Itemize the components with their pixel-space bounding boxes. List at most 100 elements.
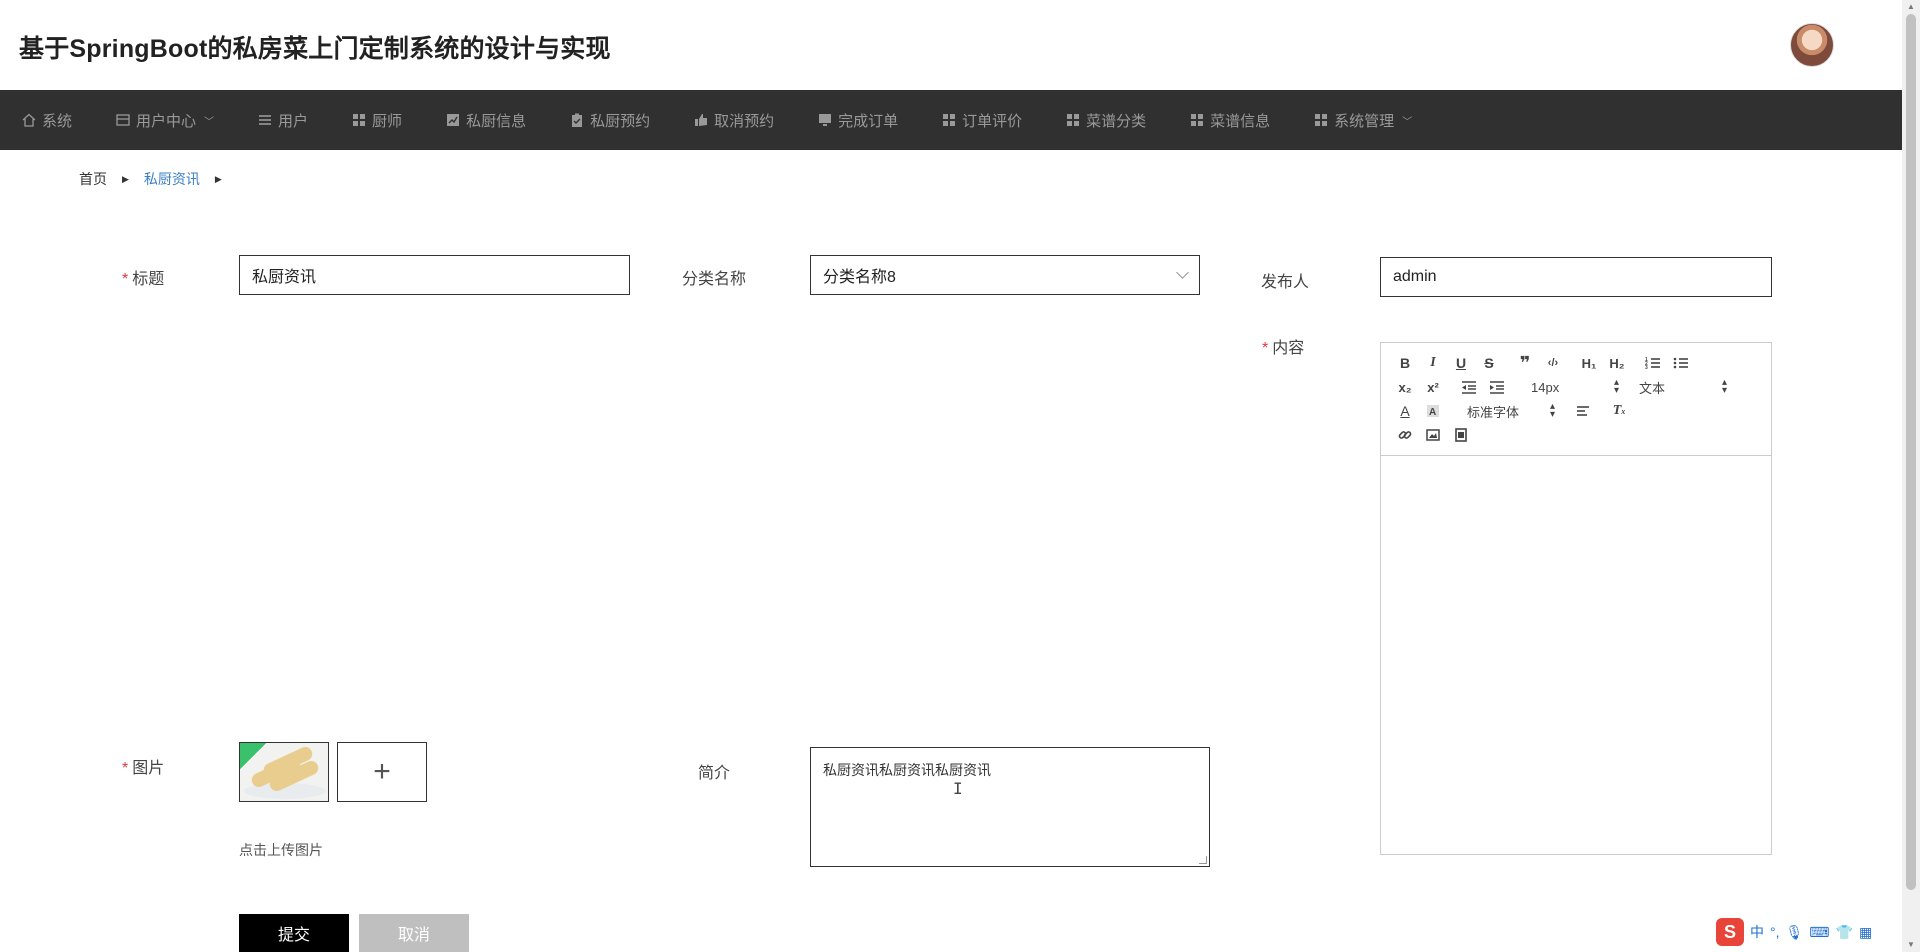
title-label-text: 标题 (132, 271, 165, 288)
breadcrumb-current[interactable]: 私厨资讯 (144, 169, 200, 189)
nav-item-complete-order[interactable]: 完成订单 (818, 110, 898, 131)
keyboard-icon[interactable]: ⌨ (1809, 924, 1829, 941)
page-scrollbar[interactable]: ▲ ▼ (1902, 0, 1920, 952)
nav-item-system[interactable]: 系统 (22, 110, 72, 131)
skin-icon[interactable]: 👕 (1836, 924, 1853, 941)
indent-icon[interactable] (1483, 375, 1511, 399)
upload-tip: 点击上传图片 (239, 842, 323, 858)
top-nav: 系统 用户中心 ﹀ 用户 厨师 私厨信息 私厨预约 取消预约 完成订单 订单评价… (0, 90, 1902, 150)
font-family-value: 标准字体 (1467, 404, 1520, 420)
cancel-button[interactable]: 取消 (359, 914, 469, 952)
superscript-icon[interactable]: x² (1419, 375, 1447, 399)
heading2-icon[interactable]: H₂ (1603, 351, 1631, 375)
nav-item-label: 完成订单 (838, 112, 899, 130)
code-block-icon[interactable]: ‹/› (1539, 351, 1567, 375)
italic-icon[interactable]: I (1419, 351, 1447, 375)
uploaded-image-thumbnail[interactable] (239, 742, 329, 802)
chevron-down-icon: ﹀ (1402, 116, 1413, 128)
link-icon[interactable] (1391, 423, 1419, 447)
resize-handle[interactable] (1199, 856, 1207, 864)
nav-item-chef[interactable]: 厨师 (352, 110, 402, 131)
add-image-button[interactable]: + (337, 742, 427, 802)
font-size-select[interactable]: 14px ▴ ▾ (1525, 375, 1625, 399)
video-icon[interactable] (1447, 423, 1475, 447)
title-input[interactable]: 私厨资讯 (239, 255, 630, 295)
bullet-list-icon[interactable] (1667, 351, 1695, 375)
image-label-text: 图片 (132, 760, 165, 777)
rich-text-editor: B I U S ❞ ‹/› H₁ H₂ 123 x₂ x² 14px ▴ ▾ 文… (1380, 342, 1772, 855)
heading1-icon[interactable]: H₁ (1575, 351, 1603, 375)
site-title: 基于SpringBoot的私房菜上门定制系统的设计与实现 (19, 35, 611, 63)
grid-icon (942, 113, 956, 127)
nav-item-label: 用户 (278, 112, 309, 130)
editor-content-area[interactable] (1381, 456, 1771, 854)
nav-item-order-review[interactable]: 订单评价 (942, 110, 1022, 131)
list-icon (258, 113, 272, 127)
nav-item-chef-info[interactable]: 私厨信息 (446, 110, 526, 131)
required-mark: * (122, 271, 129, 288)
punctuation-icon[interactable]: °, (1770, 924, 1780, 940)
intro-textarea[interactable]: 私厨资讯私厨资讯私厨资讯 (810, 747, 1210, 867)
ordered-list-icon[interactable]: 123 (1639, 351, 1667, 375)
block-type-select[interactable]: 文本 ▴ ▾ (1633, 375, 1733, 399)
chevron-right-icon: ▶ (122, 173, 129, 184)
clear-format-icon[interactable]: Tx (1605, 399, 1633, 423)
category-label: 分类名称 (682, 271, 747, 288)
category-select[interactable]: 分类名称8 (810, 255, 1200, 295)
font-size-value: 14px (1531, 379, 1560, 395)
nav-item-label: 厨师 (372, 112, 403, 130)
nav-item-cancel-booking[interactable]: 取消预约 (694, 110, 774, 131)
nav-item-chef-booking[interactable]: 私厨预约 (570, 110, 650, 131)
bold-icon[interactable]: B (1391, 351, 1419, 375)
breadcrumb-home[interactable]: 首页 (79, 169, 107, 189)
subscript-icon[interactable]: x₂ (1391, 375, 1419, 399)
blockquote-icon[interactable]: ❞ (1511, 351, 1539, 375)
toolbar-row: A A 标准字体 ▴ ▾ Tx (1391, 399, 1761, 423)
nav-item-label: 菜谱分类 (1086, 112, 1147, 130)
strike-icon[interactable]: S (1475, 351, 1503, 375)
nav-item-system-management[interactable]: 系统管理 ﹀ (1314, 110, 1412, 131)
submit-button[interactable]: 提交 (239, 914, 349, 952)
sogou-logo-icon[interactable]: S (1716, 918, 1744, 946)
nav-item-recipe-info[interactable]: 菜谱信息 (1190, 110, 1270, 131)
breadcrumb: 首页 ▶ 私厨资讯 ▶ (79, 169, 237, 189)
nav-item-label: 私厨预约 (590, 112, 651, 130)
intro-text: 私厨资讯私厨资讯私厨资讯 (823, 762, 991, 778)
nav-item-label: 系统管理 (1334, 112, 1395, 130)
nav-item-user-center[interactable]: 用户中心 ﹀ (116, 110, 214, 131)
toolbar-row (1391, 423, 1761, 447)
intro-label: 简介 (698, 765, 731, 782)
outdent-icon[interactable] (1455, 375, 1483, 399)
scroll-up-icon[interactable]: ▲ (1907, 2, 1915, 11)
nav-item-label: 取消预约 (714, 112, 775, 130)
chart-icon (446, 113, 460, 127)
clipboard-icon (570, 113, 584, 127)
scroll-thumb[interactable] (1906, 14, 1916, 890)
content-label: * 内容 (1262, 334, 1304, 358)
font-family-select[interactable]: 标准字体 ▴ ▾ (1461, 399, 1561, 423)
nav-item-label: 用户中心 (136, 112, 197, 130)
chevron-down-icon: ﹀ (204, 116, 215, 128)
align-icon[interactable] (1569, 399, 1597, 423)
home-icon (22, 113, 36, 127)
nav-item-label: 私厨信息 (466, 112, 527, 130)
background-color-icon[interactable]: A (1419, 399, 1447, 423)
nav-item-user[interactable]: 用户 (258, 110, 308, 131)
toolbox-icon[interactable]: ▦ (1859, 924, 1872, 941)
header: 基于SpringBoot的私房菜上门定制系统的设计与实现 (0, 0, 1902, 90)
microphone-icon[interactable]: 🎙 (1786, 924, 1804, 941)
user-avatar[interactable] (1790, 23, 1834, 67)
nav-item-label: 系统 (42, 112, 73, 130)
underline-icon[interactable]: U (1447, 351, 1475, 375)
publisher-input[interactable]: admin (1380, 257, 1772, 297)
nav-item-recipe-category[interactable]: 菜谱分类 (1066, 110, 1146, 131)
updown-icon: ▴ ▾ (1549, 401, 1555, 420)
image-icon[interactable] (1419, 423, 1447, 447)
svg-text:A: A (1429, 407, 1436, 418)
toolbar-row: x₂ x² 14px ▴ ▾ 文本 ▴ ▾ (1391, 375, 1761, 399)
title-label: * 标题 (122, 265, 164, 289)
editor-toolbar: B I U S ❞ ‹/› H₁ H₂ 123 x₂ x² 14px ▴ ▾ 文… (1381, 343, 1771, 456)
grid-icon (1190, 113, 1204, 127)
ime-mode[interactable]: 中 (1750, 922, 1764, 942)
font-color-icon[interactable]: A (1391, 399, 1419, 423)
